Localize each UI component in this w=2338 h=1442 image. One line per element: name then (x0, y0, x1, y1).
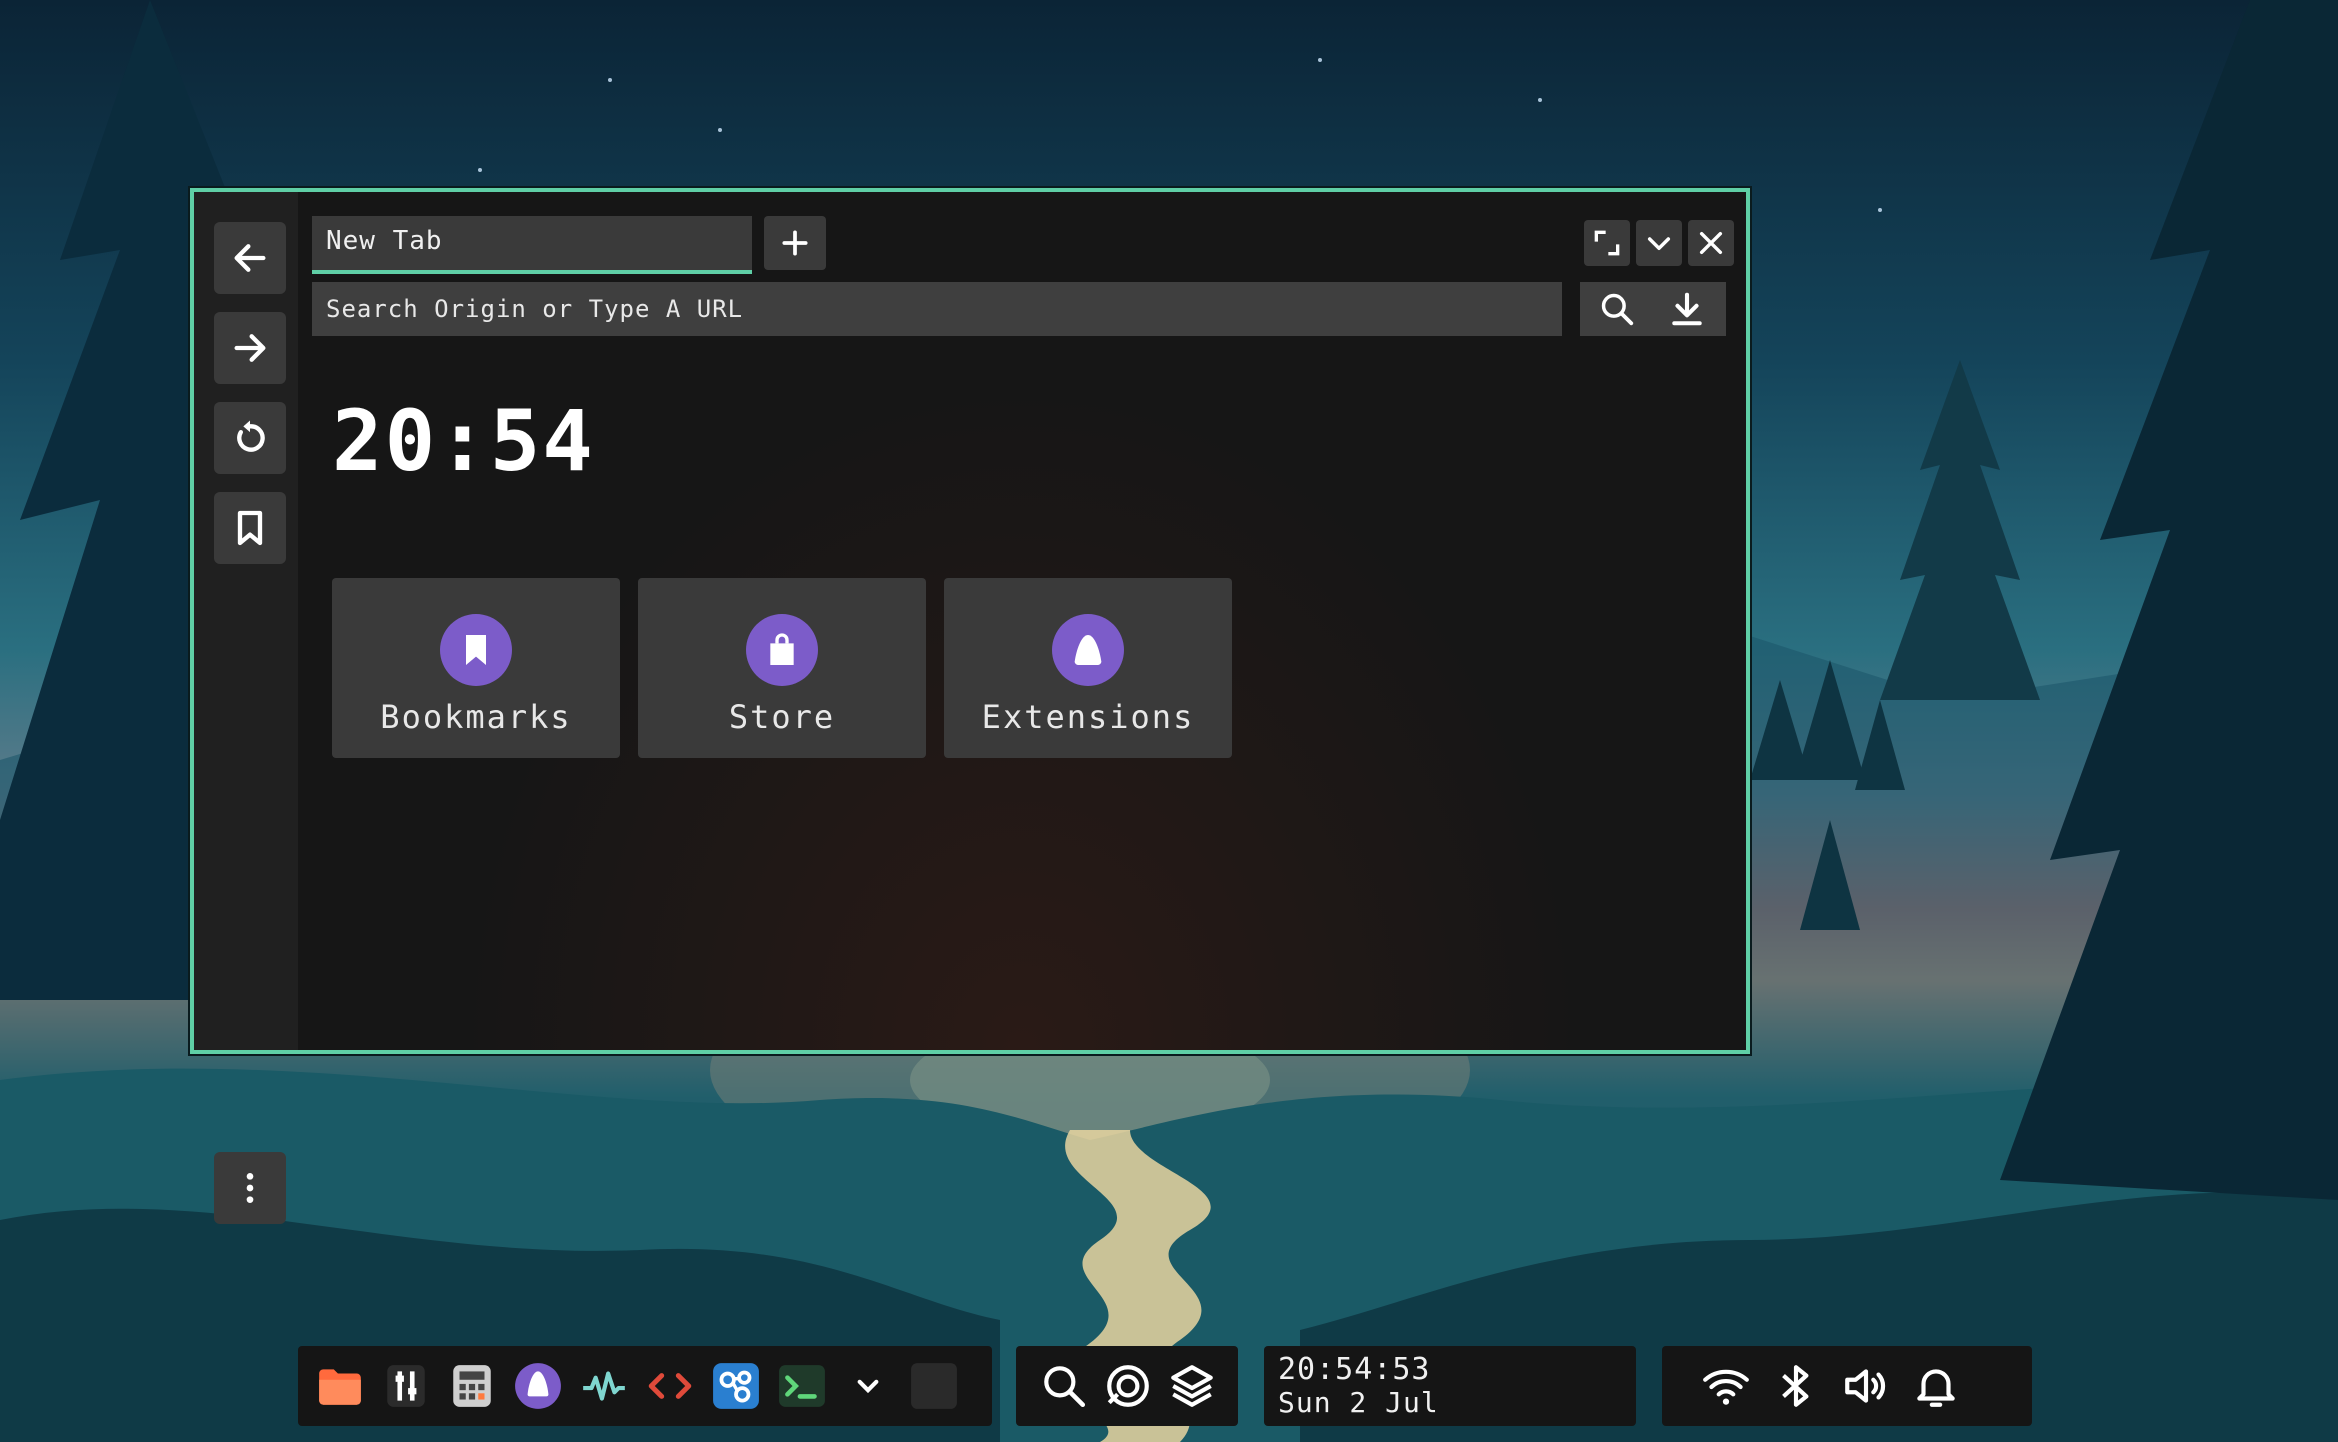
taskbar-date: Sun 2 Jul (1278, 1386, 1439, 1419)
maximize-icon (1594, 230, 1620, 256)
chevron-down-icon[interactable] (840, 1358, 896, 1414)
volume-icon[interactable] (1838, 1358, 1894, 1414)
puzzle-blob-icon (1052, 614, 1124, 686)
wifi-icon[interactable] (1698, 1358, 1754, 1414)
bookmark-icon (237, 510, 263, 546)
downloads-button[interactable] (1662, 288, 1712, 330)
forward-button[interactable] (214, 312, 286, 384)
reload-button[interactable] (214, 402, 286, 474)
search-icon[interactable] (1036, 1358, 1092, 1414)
system-tray (1662, 1346, 2032, 1426)
arrow-left-icon (234, 244, 266, 272)
reload-icon (237, 420, 265, 452)
graph-icon[interactable] (708, 1358, 764, 1414)
taskbar-clock[interactable]: 20:54:53 Sun 2 Jul (1264, 1346, 1636, 1426)
search-icon (1601, 293, 1634, 326)
plus-icon (782, 230, 808, 256)
more-menu-button[interactable] (214, 1152, 286, 1224)
tab-title: New Tab (326, 226, 443, 256)
notification-bell-icon[interactable] (1908, 1358, 1964, 1414)
layers-icon[interactable] (1164, 1358, 1220, 1414)
code-editor-icon[interactable] (642, 1358, 698, 1414)
url-input[interactable] (312, 282, 1562, 336)
tile-label: Extensions (981, 698, 1195, 736)
browser-window: New Tab 20:54 Bookmarks (190, 188, 1750, 1224)
taskbar-utilities (1016, 1346, 1238, 1426)
tile-label: Bookmarks (380, 698, 572, 736)
url-actions (1580, 282, 1726, 336)
close-button[interactable] (1688, 220, 1734, 266)
download-icon (1672, 292, 1702, 326)
browser-sidebar (194, 192, 298, 1224)
terminal-icon[interactable] (774, 1358, 830, 1414)
activity-monitor-icon[interactable] (576, 1358, 632, 1414)
files-icon[interactable] (312, 1358, 368, 1414)
blank-app-icon[interactable] (906, 1358, 962, 1414)
chevron-down-icon (1647, 237, 1671, 251)
minimize-button[interactable] (1636, 220, 1682, 266)
appstore-icon[interactable] (510, 1358, 566, 1414)
taskbar-apps (298, 1346, 992, 1426)
search-button[interactable] (1592, 288, 1642, 330)
browser-content: New Tab 20:54 Bookmarks (298, 192, 1746, 1050)
home-clock: 20:54 (332, 392, 595, 490)
taskbar-time: 20:54:53 (1278, 1352, 1431, 1387)
tile-extensions[interactable]: Extensions (944, 578, 1232, 758)
bluetooth-icon[interactable] (1768, 1358, 1824, 1414)
back-button[interactable] (214, 222, 286, 294)
close-icon (1699, 231, 1723, 255)
tile-bookmarks[interactable]: Bookmarks (332, 578, 620, 758)
more-vertical-icon (246, 1173, 254, 1203)
maximize-button[interactable] (1584, 220, 1630, 266)
bookmark-page-button[interactable] (214, 492, 286, 564)
tab-new-tab[interactable]: New Tab (312, 216, 752, 274)
settings-sliders-icon[interactable] (378, 1358, 434, 1414)
recent-icon[interactable] (1100, 1358, 1156, 1414)
shopping-bag-icon (746, 614, 818, 686)
tile-store[interactable]: Store (638, 578, 926, 758)
calculator-icon[interactable] (444, 1358, 500, 1414)
tile-label: Store (728, 698, 836, 736)
new-tab-button[interactable] (764, 216, 826, 270)
bookmark-icon (440, 614, 512, 686)
arrow-right-icon (234, 334, 266, 362)
